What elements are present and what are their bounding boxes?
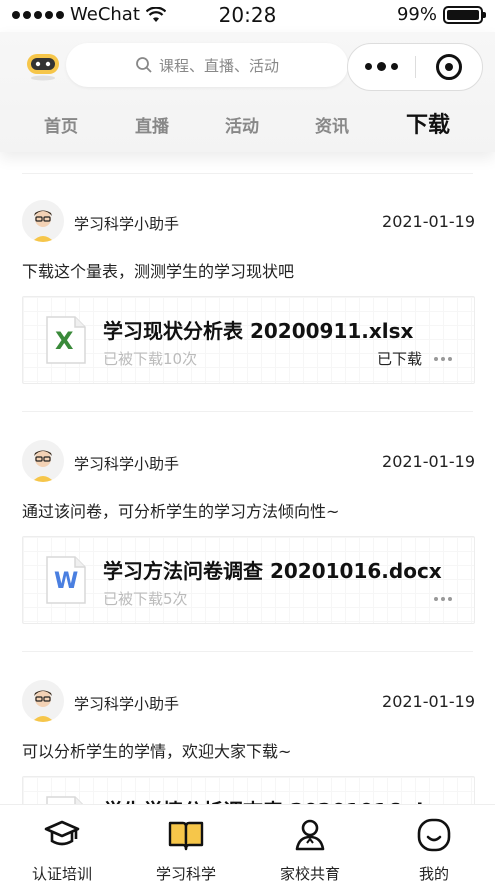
divider <box>22 173 473 174</box>
file-card[interactable]: W 学习方法问卷调查 20201016.docx 已被下载5次 <box>22 536 475 624</box>
nav-item-home-school[interactable]: 家校共育 <box>248 815 372 882</box>
nav-label: 认证培训 <box>31 865 92 882</box>
download-status: 已下载 <box>376 350 422 368</box>
more-menu-icon[interactable] <box>348 62 415 71</box>
mini-program-capsule <box>347 43 483 91</box>
post-text: 通过该问卷，可分析学生的学习方法倾向性~ <box>22 502 340 521</box>
category-tabs: 首页 直播 活动 资讯 下载 <box>0 112 495 148</box>
bottom-nav: 认证培训 学习科学 家校共育 我的 <box>0 804 495 882</box>
post-text: 可以分析学生的学情，欢迎大家下载~ <box>22 742 292 761</box>
tab-download[interactable]: 下载 <box>406 107 450 139</box>
smile-icon <box>417 818 451 852</box>
avatar-icon <box>22 440 64 482</box>
author-name: 学习科学小助手 <box>74 215 180 233</box>
avatar-icon <box>22 680 64 722</box>
target-icon <box>435 54 462 80</box>
tab-activity[interactable]: 活动 <box>225 112 259 137</box>
tab-home[interactable]: 首页 <box>44 112 78 137</box>
avatar-icon <box>22 200 64 242</box>
battery-icon <box>443 5 486 24</box>
status-bar: WeChat 20:28 99% <box>0 0 495 32</box>
divider <box>22 651 473 652</box>
book-icon <box>168 821 204 851</box>
graduation-cap-icon <box>44 820 80 846</box>
close-program-button[interactable] <box>416 54 483 80</box>
tab-live[interactable]: 直播 <box>135 112 169 137</box>
battery-status: 99% <box>396 4 486 25</box>
header: 课程、直播、活动 首页 直播 活动 资讯 下载 <box>0 32 495 152</box>
post-header: 学习科学小助手 2021-01-19 <box>22 440 475 482</box>
avatar[interactable] <box>22 680 64 722</box>
search-bar[interactable]: 课程、直播、活动 <box>66 43 348 87</box>
file-card[interactable]: X 学习现状分析表 20200911.xlsx 已被下载10次 已下载 <box>22 296 475 384</box>
file-type-letter: X <box>55 327 74 355</box>
search-icon <box>136 57 152 73</box>
battery-percent: 99% <box>396 4 437 25</box>
author-name: 学习科学小助手 <box>74 455 180 473</box>
post-text: 下载这个量表，测测学生的学习现状吧 <box>22 262 295 281</box>
post-header: 学习科学小助手 2021-01-19 <box>22 200 475 242</box>
battery-fill <box>447 9 479 20</box>
file-name: 学习方法问卷调查 20201016.docx <box>103 559 442 583</box>
post-date: 2021-01-19 <box>382 692 475 711</box>
avatar[interactable] <box>22 200 64 242</box>
nav-item-mine[interactable]: 我的 <box>372 815 495 882</box>
nav-label: 学习科学 <box>155 865 216 882</box>
more-options-icon[interactable] <box>434 597 452 601</box>
more-options-icon[interactable] <box>434 357 452 361</box>
avatar[interactable] <box>22 440 64 482</box>
author-name: 学习科学小助手 <box>74 695 180 713</box>
post-header: 学习科学小助手 2021-01-19 <box>22 680 475 722</box>
search-placeholder: 课程、直播、活动 <box>158 56 279 75</box>
nav-label: 家校共育 <box>279 865 340 882</box>
nav-label: 我的 <box>418 865 449 882</box>
file-name: 学习现状分析表 20200911.xlsx <box>103 319 414 343</box>
person-icon <box>295 819 325 851</box>
post-date: 2021-01-19 <box>382 212 475 231</box>
file-type-letter: W <box>54 569 79 594</box>
post-date: 2021-01-19 <box>382 452 475 471</box>
tab-news[interactable]: 资讯 <box>315 112 349 137</box>
nav-item-learning-science[interactable]: 学习科学 <box>124 815 248 882</box>
app-logo-icon[interactable] <box>24 50 62 82</box>
nav-item-certification[interactable]: 认证培训 <box>0 815 124 882</box>
download-count: 已被下载5次 <box>103 590 188 608</box>
divider <box>22 411 473 412</box>
download-count: 已被下载10次 <box>103 350 198 368</box>
